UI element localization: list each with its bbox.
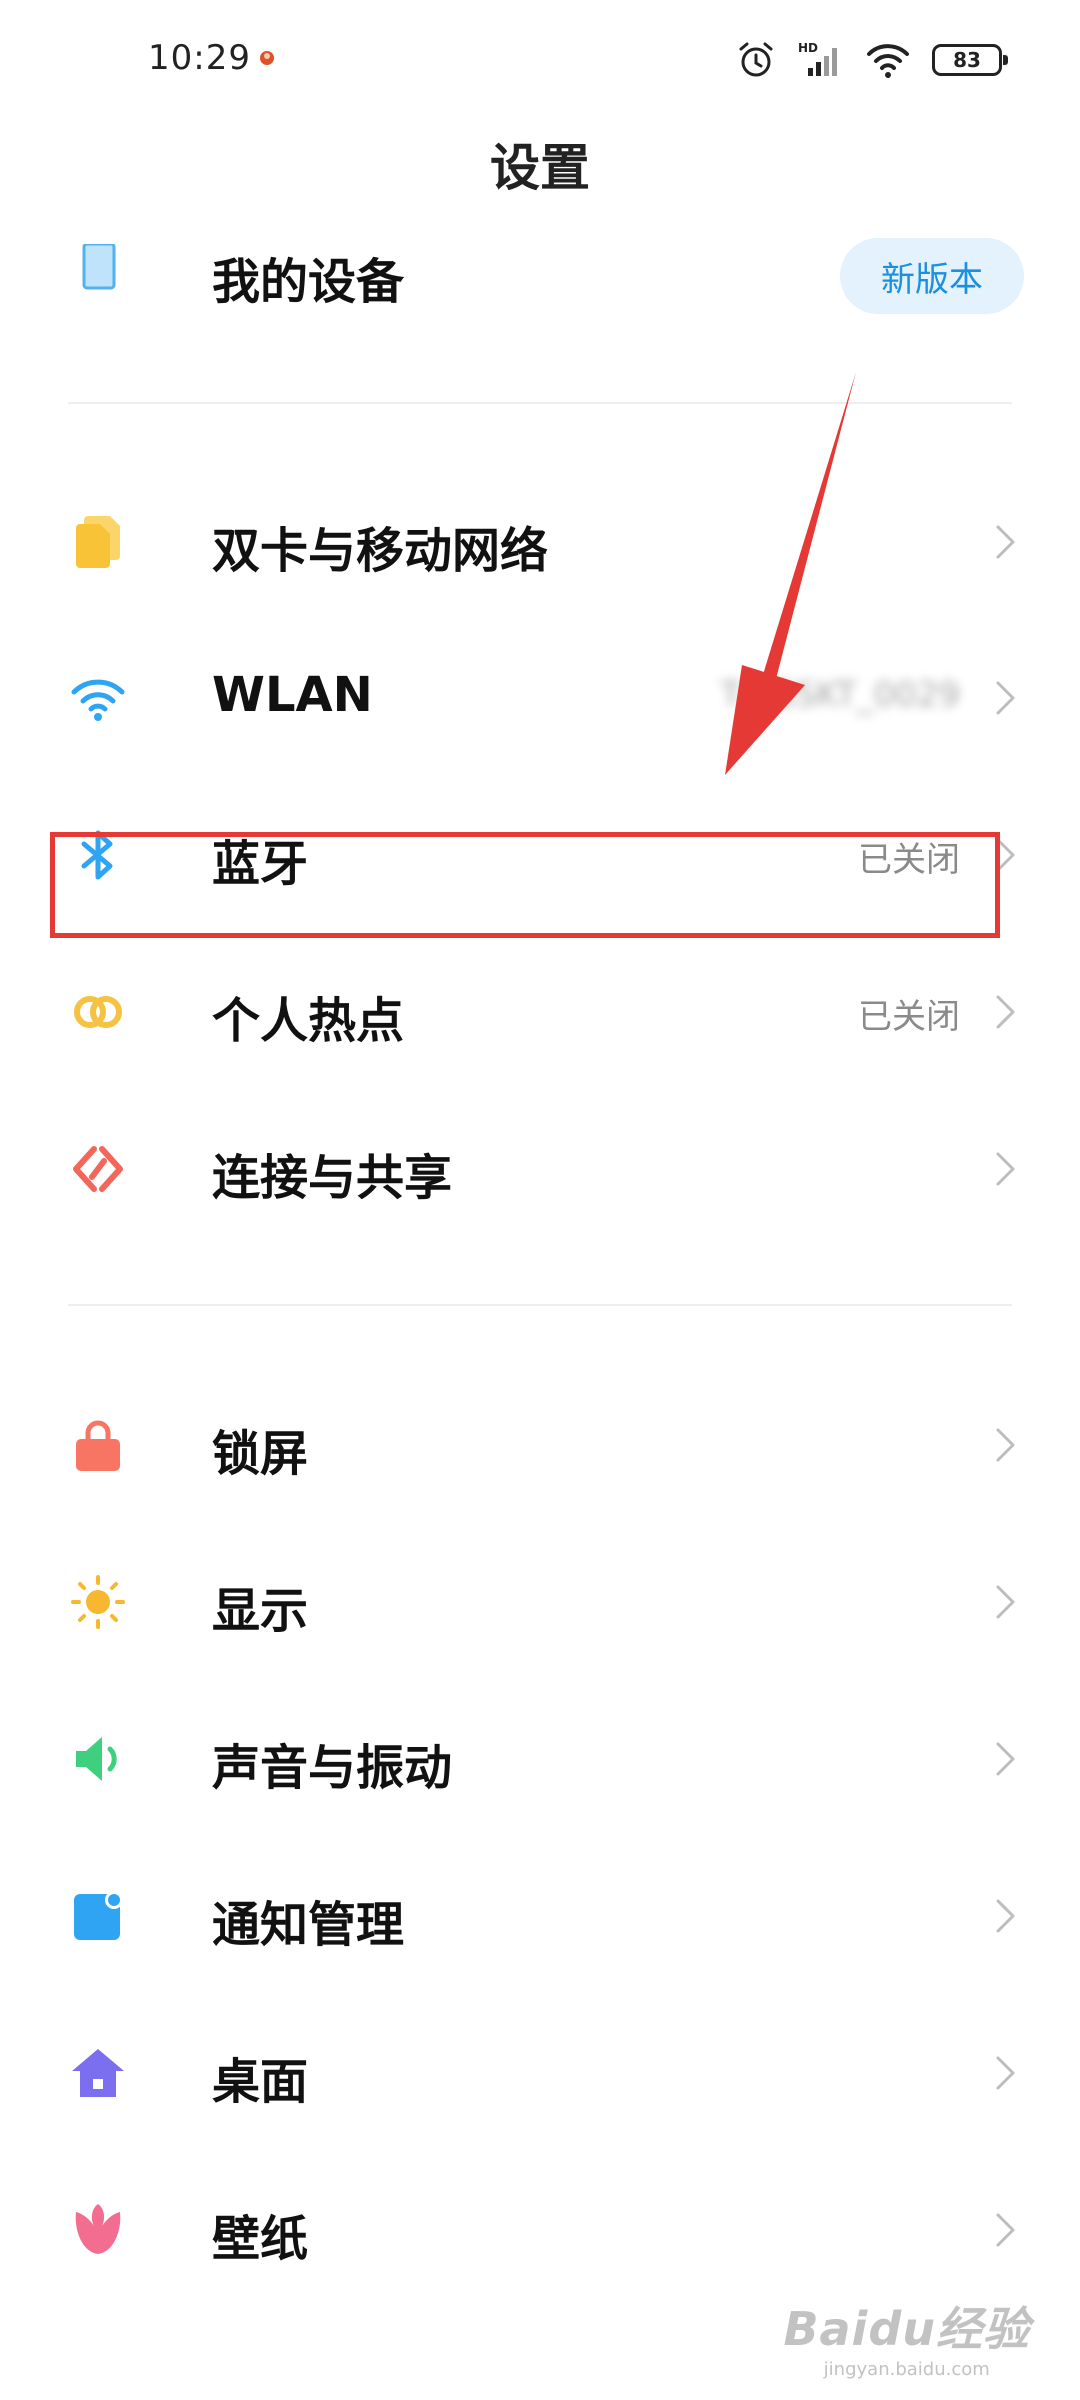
section-divider [68, 1304, 1012, 1306]
sidebar-item-wallpaper[interactable]: 壁纸 [0, 2155, 1080, 2305]
wifi-icon [71, 679, 125, 721]
chevron-right-icon [996, 1585, 1015, 1619]
hd-signal-icon: HD [798, 41, 837, 76]
wallpaper-label: 壁纸 [212, 2211, 309, 2267]
display-label: 显示 [212, 1583, 309, 1639]
desktop-label: 桌面 [212, 2054, 309, 2110]
notifications-label: 通知管理 [212, 1897, 405, 1953]
connect-share-label: 连接与共享 [212, 1150, 453, 1206]
sidebar-item-display[interactable]: 显示 [0, 1527, 1080, 1677]
wlan-label: WLAN [212, 667, 373, 723]
sidebar-item-notifications[interactable]: 通知管理 [0, 1841, 1080, 1991]
chevron-right-icon [996, 1899, 1015, 1933]
wlan-network-name: T-ASSKT_0029 [720, 675, 960, 715]
share-icon [73, 1146, 123, 1192]
sidebar-item-wlan[interactable]: WLAN T-ASSKT_0029 [0, 623, 1080, 773]
chevron-right-icon [996, 1152, 1015, 1186]
battery-icon: 83 [932, 44, 1008, 76]
annotation-highlight-box [50, 832, 1000, 938]
alarm-icon [739, 42, 773, 77]
sim-card-icon [76, 516, 120, 568]
status-time: 10:29 [148, 38, 251, 78]
hotspot-status: 已关闭 [858, 997, 960, 1037]
watermark-site: jingyan.baidu.com [823, 2359, 990, 2380]
sidebar-item-lock-screen[interactable]: 锁屏 [0, 1370, 1080, 1520]
battery-level: 83 [953, 48, 981, 72]
lock-screen-label: 锁屏 [212, 1426, 309, 1482]
sidebar-item-connect-share[interactable]: 连接与共享 [0, 1094, 1080, 1244]
wifi-icon [867, 44, 909, 78]
lock-icon [76, 1420, 120, 1471]
sidebar-item-sound[interactable]: 声音与振动 [0, 1684, 1080, 1834]
page-title: 设置 [490, 139, 590, 197]
sidebar-item-hotspot[interactable]: 个人热点 已关闭 [0, 937, 1080, 1087]
phone-icon [82, 244, 116, 290]
watermark-brand: Baidu经验 [783, 2302, 1030, 2356]
chevron-right-icon [996, 2213, 1015, 2247]
watermark: Baidu经验 jingyan.baidu.com [783, 2293, 1030, 2380]
sidebar-item-desktop[interactable]: 桌面 [0, 1998, 1080, 2148]
speaker-icon [76, 1737, 117, 1781]
section-divider [68, 402, 1012, 404]
notification-icon [74, 1891, 123, 1940]
sun-icon [71, 1575, 125, 1629]
tulip-icon [75, 2204, 121, 2254]
chevron-right-icon [996, 681, 1015, 715]
hotspot-label: 个人热点 [212, 993, 405, 1049]
notification-icon [260, 51, 274, 65]
chevron-right-icon [996, 1742, 1015, 1776]
new-version-badge[interactable]: 新版本 [840, 238, 1024, 314]
sim-label: 双卡与移动网络 [212, 523, 549, 579]
my-device-label: 我的设备 [212, 254, 405, 310]
status-bar: 10:29 HD 83 [0, 0, 1080, 120]
hotspot-icon [74, 996, 122, 1028]
home-icon [72, 2049, 124, 2097]
status-icons: HD 83 [736, 36, 1008, 84]
chevron-right-icon [996, 1428, 1015, 1462]
sidebar-item-sim[interactable]: 双卡与移动网络 [0, 467, 1080, 617]
chevron-right-icon [996, 2056, 1015, 2090]
chevron-right-icon [996, 525, 1015, 559]
sound-label: 声音与振动 [212, 1740, 453, 1796]
chevron-right-icon [996, 995, 1015, 1029]
svg-text:HD: HD [798, 41, 818, 55]
